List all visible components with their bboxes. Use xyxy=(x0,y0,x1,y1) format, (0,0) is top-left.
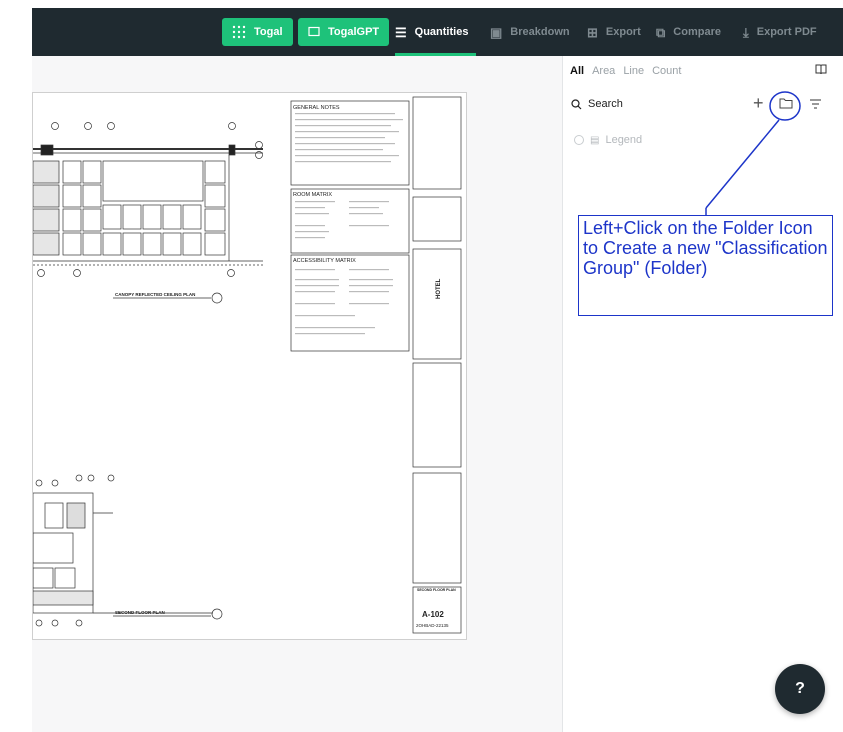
app-window: Togal TogalGPT ☰ Quantities ▣ Breakdown … xyxy=(0,0,843,732)
tab-export[interactable]: ⊞ Export xyxy=(587,8,641,56)
radio-icon xyxy=(574,135,584,145)
drawing-sheet[interactable]: GENERAL NOTES ROOM MATRIX ACCESSIBILITY … xyxy=(32,92,467,640)
sort-icon[interactable] xyxy=(809,98,822,110)
legend-icon: ▤ xyxy=(590,135,599,146)
compare-icon: ⧉ xyxy=(656,26,665,39)
sheet-number: A-102 xyxy=(422,610,444,619)
togalgpt-button[interactable]: TogalGPT xyxy=(298,18,389,46)
search-placeholder: Search xyxy=(588,98,623,110)
filter-line[interactable]: Line xyxy=(623,65,644,77)
canopy-plan-title: CANOPY REFLECTED CEILING PLAN xyxy=(115,292,195,297)
tab-quantities[interactable]: ☰ Quantities xyxy=(395,8,476,56)
tab-compare[interactable]: ⧉ Compare xyxy=(656,8,721,56)
general-notes-title: GENERAL NOTES xyxy=(293,105,340,111)
folder-icon[interactable] xyxy=(779,97,793,109)
sheet-code: 2OHBAD-22135 xyxy=(416,623,449,628)
grid-calendar-icon: ▣ xyxy=(490,26,502,39)
top-toolbar: Togal TogalGPT ☰ Quantities ▣ Breakdown … xyxy=(32,8,843,56)
help-label: ? xyxy=(795,680,805,698)
tab-breakdown-label: Breakdown xyxy=(510,26,569,38)
filter-all[interactable]: All xyxy=(570,65,584,77)
search-icon xyxy=(571,99,582,110)
togal-button[interactable]: Togal xyxy=(222,18,293,46)
blueprint-drawing: GENERAL NOTES ROOM MATRIX ACCESSIBILITY … xyxy=(33,93,468,641)
tab-compare-label: Compare xyxy=(673,26,721,38)
tab-export-pdf-label: Export PDF xyxy=(757,26,817,38)
filter-area[interactable]: Area xyxy=(592,65,615,77)
sheet-title-label: SECOND FLOOR PLAN xyxy=(417,588,456,592)
togal-logo-icon xyxy=(232,25,246,39)
callout-text: Left+Click on the Folder Icon to Create … xyxy=(583,218,828,278)
classification-panel: All Area Line Count Search + ▤ Legend xyxy=(562,56,843,732)
legend-label: Legend xyxy=(605,134,642,146)
togalgpt-button-label: TogalGPT xyxy=(328,26,379,38)
second-floor-plan-title: SECOND FLOOR PLAN xyxy=(115,610,165,615)
tab-export-pdf[interactable]: ⤓ Export PDF xyxy=(743,8,817,56)
accessibility-matrix-title: ACCESSIBILITY MATRIX xyxy=(293,258,356,264)
help-button[interactable]: ? xyxy=(775,664,825,714)
table-icon: ⊞ xyxy=(587,26,598,39)
tab-breakdown[interactable]: ▣ Breakdown xyxy=(490,8,570,56)
type-filter-row: All Area Line Count xyxy=(570,65,681,77)
legend-item[interactable]: ▤ Legend xyxy=(574,134,642,146)
room-matrix-title: ROOM MATRIX xyxy=(293,192,332,198)
tab-export-label: Export xyxy=(606,26,641,38)
download-icon: ⤓ xyxy=(743,26,749,39)
tab-quantities-label: Quantities xyxy=(415,26,469,38)
filter-count[interactable]: Count xyxy=(652,65,681,77)
book-icon[interactable] xyxy=(815,64,827,78)
hotel-label: HOTEL xyxy=(436,278,442,299)
togal-button-label: Togal xyxy=(254,26,283,38)
list-icon: ☰ xyxy=(395,26,407,39)
chat-icon xyxy=(308,26,320,38)
add-classification-button[interactable]: + xyxy=(753,94,764,112)
tutorial-callout: Left+Click on the Folder Icon to Create … xyxy=(578,215,833,316)
search-bar[interactable]: Search xyxy=(571,98,623,110)
